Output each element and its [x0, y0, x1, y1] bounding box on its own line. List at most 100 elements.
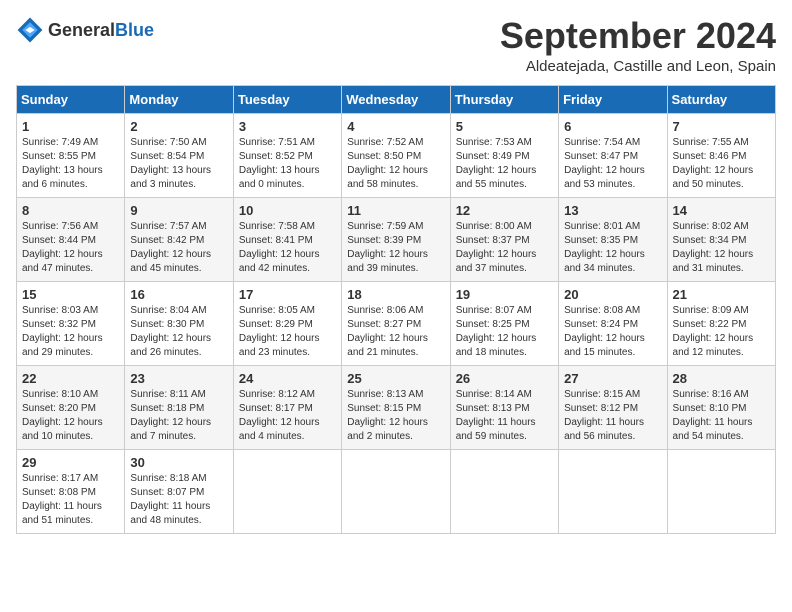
day-number: 1	[22, 119, 119, 134]
table-row: 21 Sunrise: 8:09 AM Sunset: 8:22 PM Dayl…	[667, 281, 775, 365]
day-number: 30	[130, 455, 227, 470]
table-row: 15 Sunrise: 8:03 AM Sunset: 8:32 PM Dayl…	[17, 281, 125, 365]
day-number: 21	[673, 287, 770, 302]
table-row	[450, 449, 558, 533]
day-number: 12	[456, 203, 553, 218]
col-thursday: Thursday	[450, 85, 558, 113]
day-info: Sunrise: 7:50 AM Sunset: 8:54 PM Dayligh…	[130, 136, 227, 192]
table-row	[233, 449, 341, 533]
day-info: Sunrise: 8:15 AM Sunset: 8:12 PM Dayligh…	[564, 388, 661, 444]
day-number: 17	[239, 287, 336, 302]
table-row: 14 Sunrise: 8:02 AM Sunset: 8:34 PM Dayl…	[667, 197, 775, 281]
table-row: 4 Sunrise: 7:52 AM Sunset: 8:50 PM Dayli…	[342, 113, 450, 197]
day-info: Sunrise: 8:03 AM Sunset: 8:32 PM Dayligh…	[22, 304, 119, 360]
day-info: Sunrise: 7:55 AM Sunset: 8:46 PM Dayligh…	[673, 136, 770, 192]
day-number: 3	[239, 119, 336, 134]
table-row: 16 Sunrise: 8:04 AM Sunset: 8:30 PM Dayl…	[125, 281, 233, 365]
day-number: 22	[22, 371, 119, 386]
table-row: 2 Sunrise: 7:50 AM Sunset: 8:54 PM Dayli…	[125, 113, 233, 197]
day-number: 19	[456, 287, 553, 302]
day-number: 7	[673, 119, 770, 134]
table-row: 29 Sunrise: 8:17 AM Sunset: 8:08 PM Dayl…	[17, 449, 125, 533]
day-number: 16	[130, 287, 227, 302]
table-row: 3 Sunrise: 7:51 AM Sunset: 8:52 PM Dayli…	[233, 113, 341, 197]
calendar-table: Sunday Monday Tuesday Wednesday Thursday…	[16, 85, 776, 534]
day-info: Sunrise: 8:13 AM Sunset: 8:15 PM Dayligh…	[347, 388, 444, 444]
title-block: September 2024 Aldeatejada, Castille and…	[500, 16, 776, 75]
col-saturday: Saturday	[667, 85, 775, 113]
location-text: Aldeatejada, Castille and Leon, Spain	[500, 58, 776, 75]
table-row: 1 Sunrise: 7:49 AM Sunset: 8:55 PM Dayli…	[17, 113, 125, 197]
col-wednesday: Wednesday	[342, 85, 450, 113]
table-row: 13 Sunrise: 8:01 AM Sunset: 8:35 PM Dayl…	[559, 197, 667, 281]
day-info: Sunrise: 8:01 AM Sunset: 8:35 PM Dayligh…	[564, 220, 661, 276]
table-row: 22 Sunrise: 8:10 AM Sunset: 8:20 PM Dayl…	[17, 365, 125, 449]
day-info: Sunrise: 8:00 AM Sunset: 8:37 PM Dayligh…	[456, 220, 553, 276]
day-info: Sunrise: 8:05 AM Sunset: 8:29 PM Dayligh…	[239, 304, 336, 360]
day-info: Sunrise: 8:10 AM Sunset: 8:20 PM Dayligh…	[22, 388, 119, 444]
table-row: 19 Sunrise: 8:07 AM Sunset: 8:25 PM Dayl…	[450, 281, 558, 365]
table-row: 8 Sunrise: 7:56 AM Sunset: 8:44 PM Dayli…	[17, 197, 125, 281]
day-info: Sunrise: 7:58 AM Sunset: 8:41 PM Dayligh…	[239, 220, 336, 276]
day-number: 28	[673, 371, 770, 386]
day-info: Sunrise: 7:52 AM Sunset: 8:50 PM Dayligh…	[347, 136, 444, 192]
day-number: 4	[347, 119, 444, 134]
day-info: Sunrise: 8:14 AM Sunset: 8:13 PM Dayligh…	[456, 388, 553, 444]
day-number: 2	[130, 119, 227, 134]
table-row: 28 Sunrise: 8:16 AM Sunset: 8:10 PM Dayl…	[667, 365, 775, 449]
table-row: 30 Sunrise: 8:18 AM Sunset: 8:07 PM Dayl…	[125, 449, 233, 533]
day-number: 8	[22, 203, 119, 218]
table-row: 23 Sunrise: 8:11 AM Sunset: 8:18 PM Dayl…	[125, 365, 233, 449]
day-number: 15	[22, 287, 119, 302]
col-tuesday: Tuesday	[233, 85, 341, 113]
day-number: 29	[22, 455, 119, 470]
day-info: Sunrise: 8:16 AM Sunset: 8:10 PM Dayligh…	[673, 388, 770, 444]
table-row: 20 Sunrise: 8:08 AM Sunset: 8:24 PM Dayl…	[559, 281, 667, 365]
day-number: 10	[239, 203, 336, 218]
day-number: 14	[673, 203, 770, 218]
logo: GeneralBlue	[16, 16, 154, 44]
day-number: 24	[239, 371, 336, 386]
day-info: Sunrise: 8:09 AM Sunset: 8:22 PM Dayligh…	[673, 304, 770, 360]
table-row: 11 Sunrise: 7:59 AM Sunset: 8:39 PM Dayl…	[342, 197, 450, 281]
logo-icon	[16, 16, 44, 44]
table-row: 10 Sunrise: 7:58 AM Sunset: 8:41 PM Dayl…	[233, 197, 341, 281]
table-row: 24 Sunrise: 8:12 AM Sunset: 8:17 PM Dayl…	[233, 365, 341, 449]
table-row: 17 Sunrise: 8:05 AM Sunset: 8:29 PM Dayl…	[233, 281, 341, 365]
day-info: Sunrise: 7:57 AM Sunset: 8:42 PM Dayligh…	[130, 220, 227, 276]
table-row: 18 Sunrise: 8:06 AM Sunset: 8:27 PM Dayl…	[342, 281, 450, 365]
day-info: Sunrise: 7:56 AM Sunset: 8:44 PM Dayligh…	[22, 220, 119, 276]
day-info: Sunrise: 8:12 AM Sunset: 8:17 PM Dayligh…	[239, 388, 336, 444]
table-row: 26 Sunrise: 8:14 AM Sunset: 8:13 PM Dayl…	[450, 365, 558, 449]
day-number: 18	[347, 287, 444, 302]
day-info: Sunrise: 8:02 AM Sunset: 8:34 PM Dayligh…	[673, 220, 770, 276]
day-number: 27	[564, 371, 661, 386]
day-info: Sunrise: 8:07 AM Sunset: 8:25 PM Dayligh…	[456, 304, 553, 360]
page-header: GeneralBlue September 2024 Aldeatejada, …	[16, 16, 776, 75]
table-row: 9 Sunrise: 7:57 AM Sunset: 8:42 PM Dayli…	[125, 197, 233, 281]
day-number: 9	[130, 203, 227, 218]
col-friday: Friday	[559, 85, 667, 113]
month-title: September 2024	[500, 16, 776, 56]
day-info: Sunrise: 7:53 AM Sunset: 8:49 PM Dayligh…	[456, 136, 553, 192]
day-info: Sunrise: 7:49 AM Sunset: 8:55 PM Dayligh…	[22, 136, 119, 192]
table-row	[342, 449, 450, 533]
table-row	[559, 449, 667, 533]
day-number: 5	[456, 119, 553, 134]
table-row: 7 Sunrise: 7:55 AM Sunset: 8:46 PM Dayli…	[667, 113, 775, 197]
day-number: 6	[564, 119, 661, 134]
day-number: 25	[347, 371, 444, 386]
table-row: 27 Sunrise: 8:15 AM Sunset: 8:12 PM Dayl…	[559, 365, 667, 449]
day-number: 20	[564, 287, 661, 302]
table-row: 12 Sunrise: 8:00 AM Sunset: 8:37 PM Dayl…	[450, 197, 558, 281]
day-info: Sunrise: 8:18 AM Sunset: 8:07 PM Dayligh…	[130, 472, 227, 528]
logo-blue-text: Blue	[115, 20, 154, 40]
day-info: Sunrise: 8:17 AM Sunset: 8:08 PM Dayligh…	[22, 472, 119, 528]
day-number: 26	[456, 371, 553, 386]
col-sunday: Sunday	[17, 85, 125, 113]
day-number: 23	[130, 371, 227, 386]
table-row: 25 Sunrise: 8:13 AM Sunset: 8:15 PM Dayl…	[342, 365, 450, 449]
day-info: Sunrise: 7:51 AM Sunset: 8:52 PM Dayligh…	[239, 136, 336, 192]
day-info: Sunrise: 8:04 AM Sunset: 8:30 PM Dayligh…	[130, 304, 227, 360]
table-row	[667, 449, 775, 533]
